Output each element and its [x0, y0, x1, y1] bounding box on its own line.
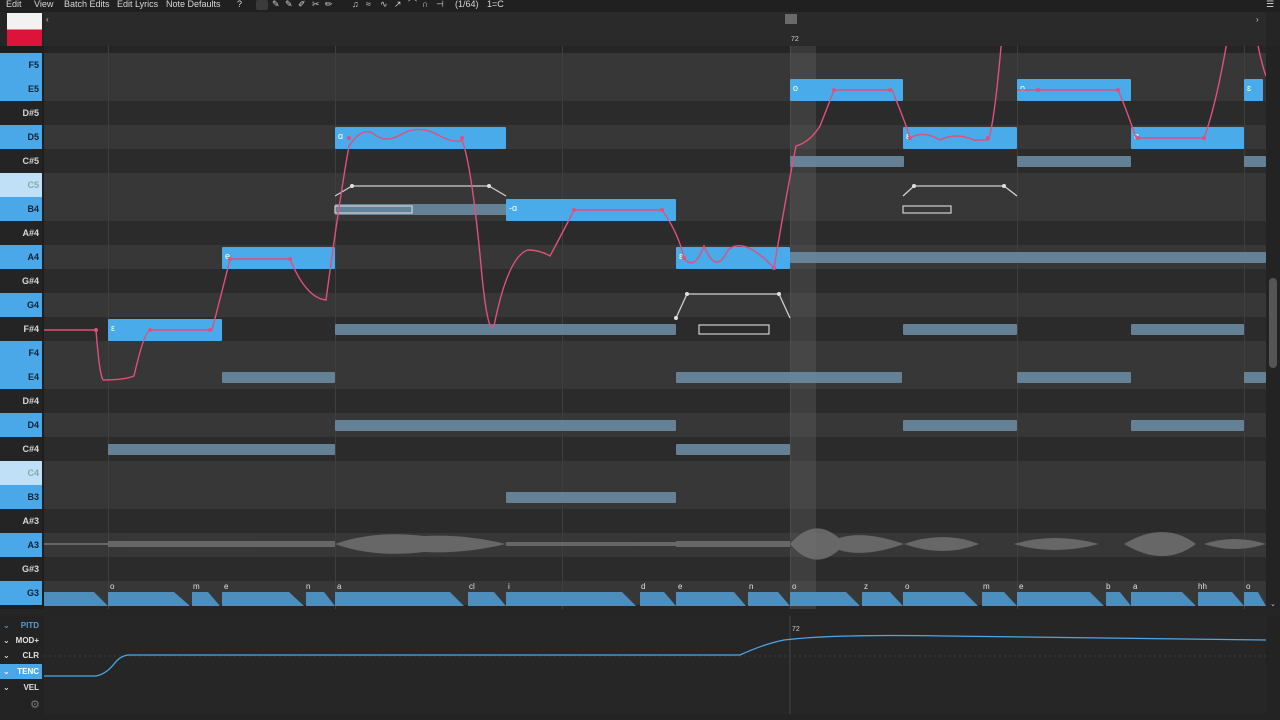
piano-key[interactable]: G4: [0, 293, 42, 317]
phoneme-label: m: [983, 582, 990, 591]
menu-batch-edits[interactable]: Batch Edits: [64, 0, 110, 9]
phoneme-label: a: [1133, 582, 1138, 591]
piano-key[interactable]: F#4: [0, 317, 42, 341]
piano-key[interactable]: A#4: [0, 221, 42, 245]
piano-key[interactable]: C#4: [0, 437, 42, 461]
piano-key[interactable]: F4: [0, 341, 42, 365]
param-tenc[interactable]: ⌄ TENC: [0, 664, 42, 679]
phoneme-label: b: [1106, 582, 1111, 591]
timeline-ruler[interactable]: 72 ‹ ›: [44, 12, 1266, 46]
audio-waveform: [44, 528, 1266, 560]
phoneme-row[interactable]: o m e n a cl i d e n o z o m e b a hh o: [44, 582, 1266, 609]
scroll-down-icon[interactable]: ⌄: [1270, 600, 1276, 608]
piano-key[interactable]: D#5: [0, 101, 42, 125]
arch-icon[interactable]: ∩: [422, 0, 428, 9]
menu-edit[interactable]: Edit: [6, 0, 22, 9]
menu-overflow-icon[interactable]: ☰: [1266, 0, 1274, 9]
gear-icon[interactable]: ⚙: [30, 698, 40, 711]
piano-key[interactable]: A3: [0, 533, 42, 557]
knife-tool-icon[interactable]: ✂: [312, 0, 320, 9]
parameter-panel: ⌄ PITD ⌄ MOD+ ⌄ CLR ⌄ TENC ⌄ VEL ⚙ 72: [0, 616, 1280, 720]
piano-key[interactable]: A4: [0, 245, 42, 269]
phoneme-label: e: [224, 582, 229, 591]
piano-key[interactable]: C5: [0, 173, 42, 197]
chevron-down-icon: ⌄: [3, 651, 10, 660]
phoneme-label: n: [749, 582, 754, 591]
chevron-down-icon: ⌄: [3, 636, 10, 645]
phoneme-label: m: [193, 582, 200, 591]
draw-tool-icon[interactable]: ✏: [325, 0, 333, 9]
piano-key[interactable]: C#5: [0, 149, 42, 173]
menu-bar: Edit View Batch Edits Edit Lyrics Note D…: [0, 0, 1280, 12]
phoneme-label: o: [1246, 582, 1251, 591]
playhead-handle[interactable]: [785, 14, 797, 24]
menu-view[interactable]: View: [34, 0, 53, 9]
menu-note-defaults[interactable]: Note Defaults: [166, 0, 221, 9]
scroll-left-icon[interactable]: ‹: [46, 15, 49, 24]
pencil-tool-icon[interactable]: ✎: [272, 0, 280, 9]
phoneme-label: e: [678, 582, 683, 591]
phoneme-label: z: [864, 582, 868, 591]
piano-keys: F5 E5 D#5 D5 C#5 C5 B4 A#4 A4 G#4 G4 F#4 F4 E4 D#4 D4 C#…: [0, 46, 44, 609]
chevron-down-icon: ⌄: [3, 667, 10, 676]
phoneme-label: o: [110, 582, 115, 591]
quantize-label[interactable]: (1/64): [455, 0, 479, 9]
eraser-tool-icon[interactable]: ✐: [298, 0, 306, 9]
piano-key[interactable]: A#3: [0, 509, 42, 533]
piano-key[interactable]: F5: [0, 53, 42, 77]
piano-roll-grid[interactable]: ε e ɑ -ɑ ɛ o ɛ o ɑ ɛ: [44, 46, 1266, 609]
chevron-down-icon: ⌄: [3, 621, 10, 630]
phoneme-label: o: [905, 582, 910, 591]
phoneme-label: a: [337, 582, 342, 591]
pitch-curve: [44, 46, 1002, 381]
phoneme-label: i: [508, 582, 510, 591]
piano-key[interactable]: G#4: [0, 269, 42, 293]
help-button[interactable]: ?: [237, 0, 242, 9]
vertical-scrollbar[interactable]: ⌄: [1266, 46, 1280, 609]
piano-key[interactable]: E5: [0, 77, 42, 101]
piano-key[interactable]: G#3: [0, 557, 42, 581]
scrollbar-thumb[interactable]: [1269, 278, 1277, 368]
cursor-tool-icon[interactable]: [256, 0, 268, 10]
piano-key[interactable]: E4: [0, 365, 42, 389]
parameter-curve-area[interactable]: [44, 616, 1266, 714]
voicebank-flag-icon: [7, 13, 42, 46]
piano-key[interactable]: B3: [0, 485, 42, 509]
key-label[interactable]: 1=C: [487, 0, 504, 9]
phoneme-label: e: [1019, 582, 1024, 591]
brush-tool-icon[interactable]: ✎: [285, 0, 293, 9]
pitch-icon[interactable]: ∿: [380, 0, 388, 9]
param-bar-number: 72: [792, 626, 800, 633]
snap-icon[interactable]: ⊣: [436, 0, 444, 9]
bar-number: 72: [791, 36, 799, 43]
note-icon[interactable]: ♫: [352, 0, 359, 9]
param-pitd[interactable]: ⌄ PITD: [0, 618, 42, 633]
chevron-down-icon: ⌄: [3, 683, 10, 692]
phoneme-label: d: [641, 582, 646, 591]
piano-key[interactable]: D4: [0, 413, 42, 437]
curve-icon[interactable]: ⌒: [408, 0, 417, 9]
phoneme-label: hh: [1198, 582, 1207, 591]
param-mod[interactable]: ⌄ MOD+: [0, 633, 42, 648]
pitch-curve-overlay: [44, 46, 1266, 560]
vibrato-icon[interactable]: ≈: [366, 0, 371, 9]
menu-edit-lyrics[interactable]: Edit Lyrics: [117, 0, 158, 9]
scroll-right-icon[interactable]: ›: [1256, 15, 1259, 24]
piano-key[interactable]: C4: [0, 461, 42, 485]
piano-key[interactable]: B4: [0, 197, 42, 221]
param-clr[interactable]: ⌄ CLR: [0, 648, 42, 663]
phoneme-icon[interactable]: ↗: [394, 0, 402, 9]
phoneme-label: n: [306, 582, 311, 591]
phoneme-label: o: [792, 582, 797, 591]
piano-key[interactable]: D5: [0, 125, 42, 149]
param-vel[interactable]: ⌄ VEL: [0, 680, 42, 695]
piano-key[interactable]: G3: [0, 581, 42, 605]
piano-key[interactable]: D#4: [0, 389, 42, 413]
phoneme-label: cl: [469, 582, 475, 591]
